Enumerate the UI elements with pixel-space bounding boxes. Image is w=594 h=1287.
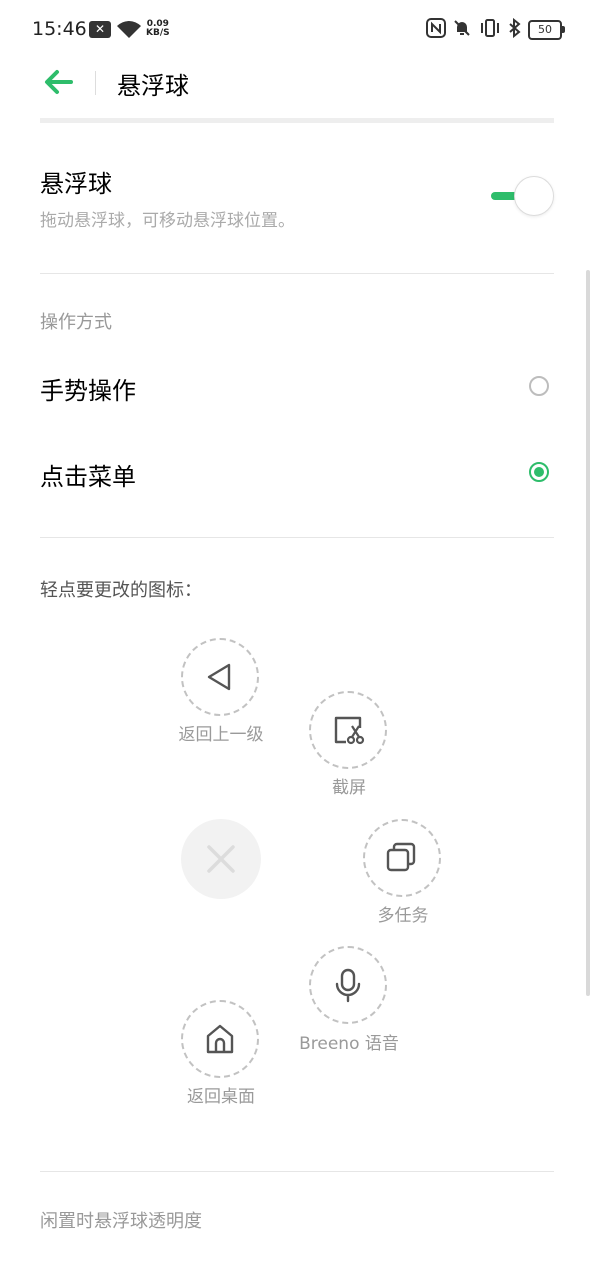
wifi-icon xyxy=(116,18,142,44)
toggle-knob xyxy=(514,176,554,216)
menu-item-home-label: 返回桌面 xyxy=(187,1087,255,1107)
close-icon xyxy=(207,845,235,873)
option-gesture-label: 手势操作 xyxy=(40,377,136,405)
nfc-icon xyxy=(426,18,446,42)
menu-item-back[interactable] xyxy=(181,638,259,716)
divider xyxy=(40,1171,554,1172)
menu-item-multitask[interactable] xyxy=(363,819,441,897)
option-gesture-radio[interactable] xyxy=(529,376,549,396)
status-time: 15:46 xyxy=(32,18,87,40)
option-tap-menu-label: 点击菜单 xyxy=(40,463,136,491)
menu-item-back-label: 返回上一级 xyxy=(178,725,264,745)
option-gesture[interactable]: 手势操作 xyxy=(40,355,554,417)
divider xyxy=(40,273,554,274)
bluetooth-icon xyxy=(508,17,522,42)
mute-bell-icon xyxy=(452,18,472,42)
operation-section-label: 操作方式 xyxy=(40,312,112,333)
option-tap-menu[interactable]: 点击菜单 xyxy=(40,441,554,503)
status-icons: 50 xyxy=(426,17,565,42)
divider xyxy=(40,537,554,538)
float-ball-row[interactable]: 悬浮球 拖动悬浮球，可移动悬浮球位置。 xyxy=(40,160,554,240)
back-button[interactable] xyxy=(40,64,76,100)
home-icon xyxy=(206,1024,234,1054)
float-ball-title: 悬浮球 xyxy=(40,170,112,198)
screenshot-icon xyxy=(334,716,365,745)
float-ball-toggle[interactable] xyxy=(488,176,554,216)
menu-item-voice[interactable] xyxy=(309,946,387,1024)
scrollbar[interactable] xyxy=(586,270,590,996)
top-strip xyxy=(40,118,554,123)
menu-item-screenshot[interactable] xyxy=(309,691,387,769)
header-divider xyxy=(95,71,96,95)
multitask-icon xyxy=(386,842,416,872)
microphone-icon xyxy=(335,968,361,1003)
menu-item-home[interactable] xyxy=(181,1000,259,1078)
back-triangle-icon xyxy=(207,663,231,691)
battery-icon: 50 xyxy=(528,20,565,40)
menu-close-button[interactable] xyxy=(181,819,261,899)
vibrate-icon xyxy=(478,18,502,42)
menu-item-screenshot-label: 截屏 xyxy=(332,778,366,798)
arrow-left-icon xyxy=(45,70,73,94)
idle-opacity-label: 闲置时悬浮球透明度 xyxy=(40,1211,202,1232)
net-speed: 0.09 KB/S xyxy=(146,20,170,38)
menu-item-voice-label: Breeno 语音 xyxy=(299,1034,399,1054)
notification-icon: ✕ xyxy=(89,21,111,38)
option-tap-menu-radio[interactable] xyxy=(529,462,549,482)
net-speed-unit: KB/S xyxy=(146,28,170,38)
float-ball-subtitle: 拖动悬浮球，可移动悬浮球位置。 xyxy=(40,211,295,231)
menu-item-multitask-label: 多任务 xyxy=(377,906,429,926)
menu-instruction: 轻点要更改的图标： xyxy=(40,580,202,601)
page-title: 悬浮球 xyxy=(117,72,189,100)
